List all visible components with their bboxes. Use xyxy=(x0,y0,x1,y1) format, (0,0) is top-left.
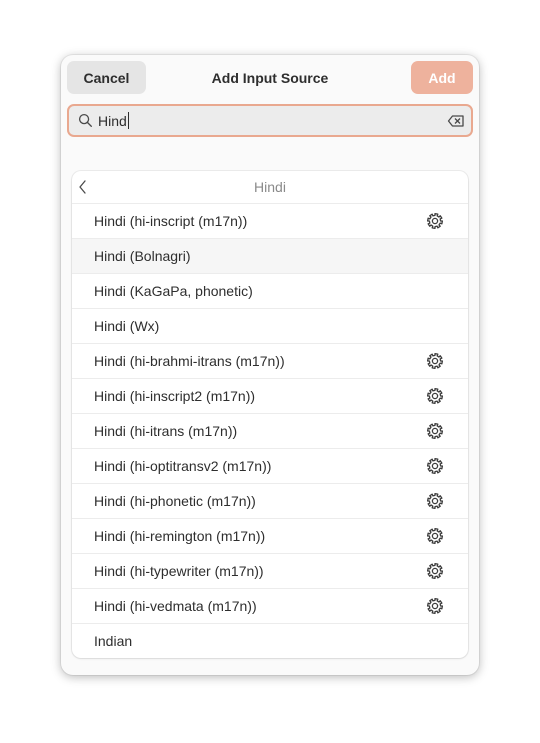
gear-icon[interactable] xyxy=(426,457,444,475)
list-item[interactable]: Indian xyxy=(72,624,468,658)
list-item-label: Hindi (hi-vedmata (m17n)) xyxy=(94,598,257,614)
list-item[interactable]: Hindi (hi-vedmata (m17n)) xyxy=(72,589,468,624)
list-item[interactable]: Hindi (Wx) xyxy=(72,309,468,344)
back-chevron-icon[interactable] xyxy=(77,179,89,195)
gear-icon[interactable] xyxy=(426,562,444,580)
list-item-label: Hindi (hi-optitransv2 (m17n)) xyxy=(94,458,272,474)
list-item-label: Hindi (hi-inscript2 (m17n)) xyxy=(94,388,256,404)
list-item-label: Indian xyxy=(94,633,133,649)
gear-icon[interactable] xyxy=(426,422,444,440)
list-item-label: Hindi (hi-itrans (m17n)) xyxy=(94,423,238,439)
list-item-label: Hindi (hi-phonetic (m17n)) xyxy=(94,493,256,509)
dialog-header: Cancel Add Input Source Add xyxy=(61,55,479,101)
cancel-button[interactable]: Cancel xyxy=(67,61,146,94)
list-item[interactable]: Hindi (hi-brahmi-itrans (m17n)) xyxy=(72,344,468,379)
list-item[interactable]: Hindi (hi-phonetic (m17n)) xyxy=(72,484,468,519)
list-header-title: Hindi xyxy=(254,179,286,195)
gear-icon[interactable] xyxy=(426,352,444,370)
list-item-label: Hindi (hi-inscript (m17n)) xyxy=(94,213,248,229)
list-item[interactable]: Hindi (Bolnagri) xyxy=(72,239,468,274)
list-header: Hindi xyxy=(72,171,468,204)
gear-icon[interactable] xyxy=(426,212,444,230)
search-input[interactable]: Hind xyxy=(98,112,129,130)
search-input-value: Hind xyxy=(98,113,127,129)
list-item-label: Hindi (hi-typewriter (m17n)) xyxy=(94,563,264,579)
gear-icon[interactable] xyxy=(426,527,444,545)
add-input-source-dialog: Cancel Add Input Source Add Hind Hindi H… xyxy=(61,55,479,675)
text-caret xyxy=(127,112,129,129)
list-item-label: Hindi (hi-remington (m17n)) xyxy=(94,528,266,544)
search-field[interactable]: Hind xyxy=(67,104,473,137)
add-button[interactable]: Add xyxy=(411,61,473,94)
list-item[interactable]: Hindi (hi-remington (m17n)) xyxy=(72,519,468,554)
list-item[interactable]: Hindi (hi-inscript2 (m17n)) xyxy=(72,379,468,414)
list-item-label: Hindi (Bolnagri) xyxy=(94,248,191,264)
list-item[interactable]: Hindi (hi-inscript (m17n)) xyxy=(72,204,468,239)
list-item-label: Hindi (hi-brahmi-itrans (m17n)) xyxy=(94,353,285,369)
input-source-list: Hindi Hindi (hi-inscript (m17n)) Hindi (B… xyxy=(72,171,468,658)
clear-search-icon[interactable] xyxy=(447,113,465,129)
list-item[interactable]: Hindi (hi-typewriter (m17n)) xyxy=(72,554,468,589)
list-item-label: Hindi (KaGaPa, phonetic) xyxy=(94,283,253,299)
gear-icon[interactable] xyxy=(426,492,444,510)
gear-icon[interactable] xyxy=(426,597,444,615)
list-item[interactable]: Hindi (hi-optitransv2 (m17n)) xyxy=(72,449,468,484)
search-icon xyxy=(78,113,93,128)
list-item-label: Hindi (Wx) xyxy=(94,318,160,334)
list-item[interactable]: Hindi (hi-itrans (m17n)) xyxy=(72,414,468,449)
dialog-title: Add Input Source xyxy=(211,69,329,86)
list-item[interactable]: Hindi (KaGaPa, phonetic) xyxy=(72,274,468,309)
gear-icon[interactable] xyxy=(426,387,444,405)
